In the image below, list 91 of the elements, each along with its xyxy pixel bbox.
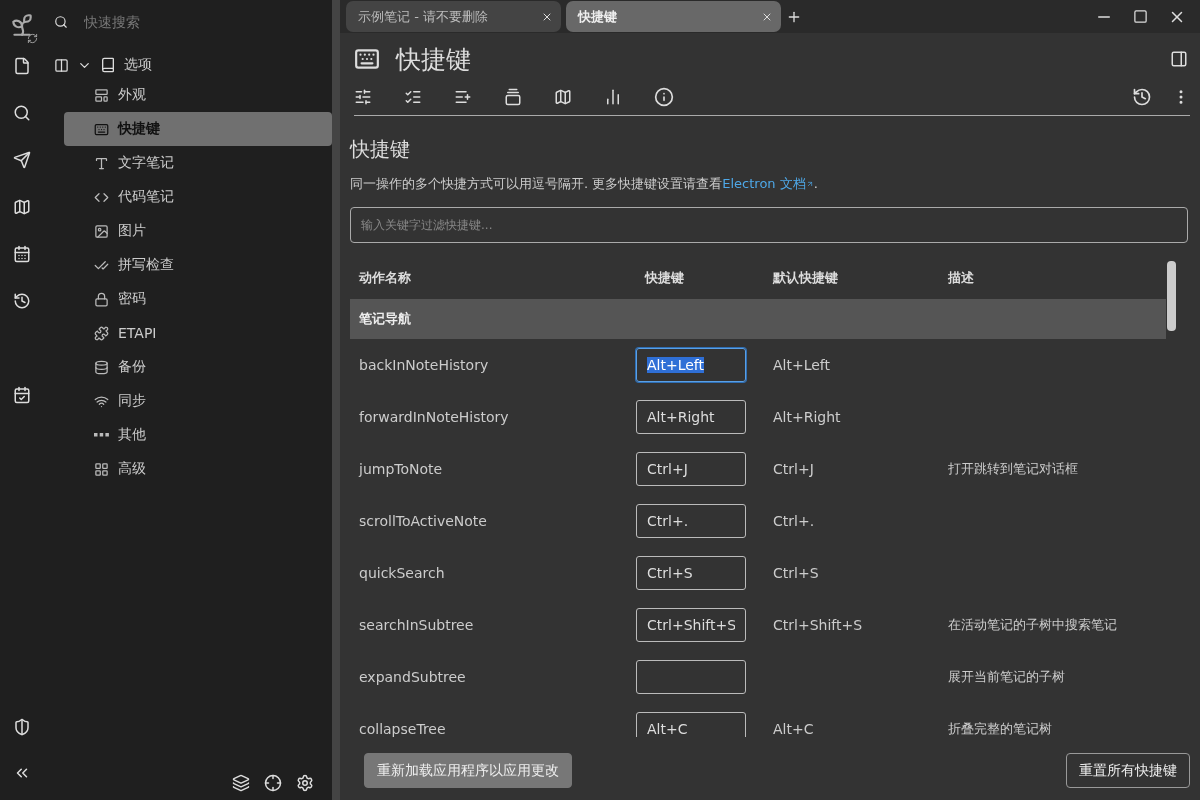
description: 展开当前笔记的子树 — [947, 668, 1066, 686]
column-header: 动作名称 — [358, 269, 412, 287]
action-name: backInNoteHistory — [358, 356, 490, 375]
column-header: 默认快捷键 — [771, 269, 839, 287]
description: 在活动笔记的子树中搜索笔记 — [947, 616, 1118, 634]
default-shortcut: Ctrl+. — [772, 512, 816, 531]
info-icon[interactable] — [654, 87, 674, 107]
sliders-icon[interactable] — [354, 88, 372, 106]
scrollbar[interactable] — [1167, 261, 1176, 331]
image-icon — [94, 223, 109, 239]
tree-item[interactable]: 备份 — [64, 350, 332, 384]
search-icon[interactable] — [13, 104, 31, 122]
list-check-icon[interactable] — [404, 88, 422, 106]
tree-item[interactable]: 文字笔记 — [64, 146, 332, 180]
keyboard-icon — [354, 46, 380, 72]
map-icon[interactable] — [554, 88, 572, 106]
tree-item[interactable]: 外观 — [64, 78, 332, 112]
filter-field[interactable]: 输入关键字过滤快捷键... — [350, 207, 1188, 243]
book-icon — [100, 57, 116, 73]
reload-button[interactable]: 重新加载应用程序以应用更改 — [364, 753, 572, 788]
intro-text: 同一操作的多个快捷方式可以用逗号隔开. 更多快捷键设置请查看Electron 文档 . — [350, 175, 819, 193]
calendar-icon[interactable] — [13, 245, 31, 263]
default-shortcut: Alt+Left — [772, 356, 832, 375]
action-name: searchInSubtree — [358, 616, 475, 635]
tree-item[interactable]: 其他 — [64, 418, 332, 452]
grid-icon — [94, 461, 109, 477]
shortcut-field[interactable] — [636, 660, 746, 694]
shortcut-field[interactable]: Ctrl+. — [636, 504, 746, 538]
layers-icon[interactable] — [232, 774, 250, 792]
default-shortcut: Ctrl+J — [772, 460, 815, 479]
maximize-icon[interactable] — [1133, 7, 1148, 26]
shortcut-field[interactable]: Alt+Right — [636, 400, 746, 434]
tab[interactable]: 示例笔记 - 请不要删除 — [346, 1, 561, 32]
default-shortcut: Ctrl+Shift+S — [772, 616, 864, 635]
split-icon[interactable] — [54, 57, 69, 73]
default-shortcut: Alt+Right — [772, 408, 842, 427]
tab[interactable]: 快捷键 — [566, 1, 781, 32]
history-icon[interactable] — [13, 292, 31, 310]
note-title: 快捷键 — [396, 43, 471, 76]
shortcut-field[interactable]: Alt+Left — [636, 348, 746, 382]
action-name: forwardInNoteHistory — [358, 408, 510, 427]
description: 打开跳转到笔记对话框 — [947, 460, 1079, 478]
reset-button[interactable]: 重置所有快捷键 — [1066, 753, 1190, 788]
shortcut-field[interactable]: Ctrl+S — [636, 556, 746, 590]
tree-item[interactable]: 同步 — [64, 384, 332, 418]
map-icon[interactable] — [13, 198, 31, 216]
description: 折叠完整的笔记树 — [947, 720, 1053, 737]
action-name: collapseTree — [358, 720, 447, 737]
tree-item[interactable]: 选项 — [124, 56, 152, 74]
column-header: 快捷键 — [643, 269, 685, 287]
action-name: expandSubtree — [358, 668, 467, 687]
tree-item[interactable]: 密码 — [64, 282, 332, 316]
layout-icon — [94, 87, 109, 103]
database-icon — [94, 359, 109, 375]
send-icon[interactable] — [13, 151, 31, 169]
tree-item[interactable]: 高级 — [64, 452, 332, 486]
crosshair-icon[interactable] — [264, 774, 282, 792]
group-row: 笔记导航 — [350, 299, 1166, 339]
action-name: quickSearch — [358, 564, 446, 583]
list-plus-icon[interactable] — [454, 88, 472, 106]
wifi-icon — [94, 393, 109, 409]
search-icon — [54, 15, 68, 29]
column-header: 描述 — [947, 269, 975, 287]
default-shortcut: Alt+C — [772, 720, 815, 737]
tree-item[interactable]: 快捷键 — [64, 112, 332, 146]
default-shortcut: Ctrl+S — [772, 564, 820, 583]
dots-icon — [94, 433, 109, 437]
action-name: jumpToNote — [357, 460, 444, 479]
shortcut-field[interactable]: Alt+C — [636, 712, 746, 737]
keyboard-icon — [94, 121, 109, 137]
stack-icon[interactable] — [504, 88, 522, 106]
docs-link[interactable]: Electron 文档 — [722, 176, 814, 191]
new-note-icon[interactable] — [13, 57, 31, 75]
lock-icon — [94, 291, 109, 307]
external-link-icon — [805, 180, 814, 188]
quick-search-field[interactable]: 快速搜索 — [82, 13, 286, 31]
panel-icon[interactable] — [1170, 50, 1188, 68]
tree-item[interactable]: 图片 — [64, 214, 332, 248]
bar-chart-icon[interactable] — [604, 88, 622, 106]
shortcut-field[interactable]: Ctrl+J — [636, 452, 746, 486]
puzzle-icon — [94, 325, 109, 341]
tree-item[interactable]: ETAPI — [64, 316, 332, 350]
settings-icon[interactable] — [296, 774, 314, 792]
shield-icon[interactable] — [13, 718, 31, 736]
section-heading: 快捷键 — [350, 136, 411, 163]
tree-item[interactable]: 拼写检查 — [64, 248, 332, 282]
text-icon — [94, 155, 109, 171]
history-icon[interactable] — [1132, 87, 1152, 107]
shortcut-field[interactable]: Ctrl+Shift+S — [636, 608, 746, 642]
tree-item[interactable]: 代码笔记 — [64, 180, 332, 214]
action-name: scrollToActiveNote — [358, 512, 488, 531]
